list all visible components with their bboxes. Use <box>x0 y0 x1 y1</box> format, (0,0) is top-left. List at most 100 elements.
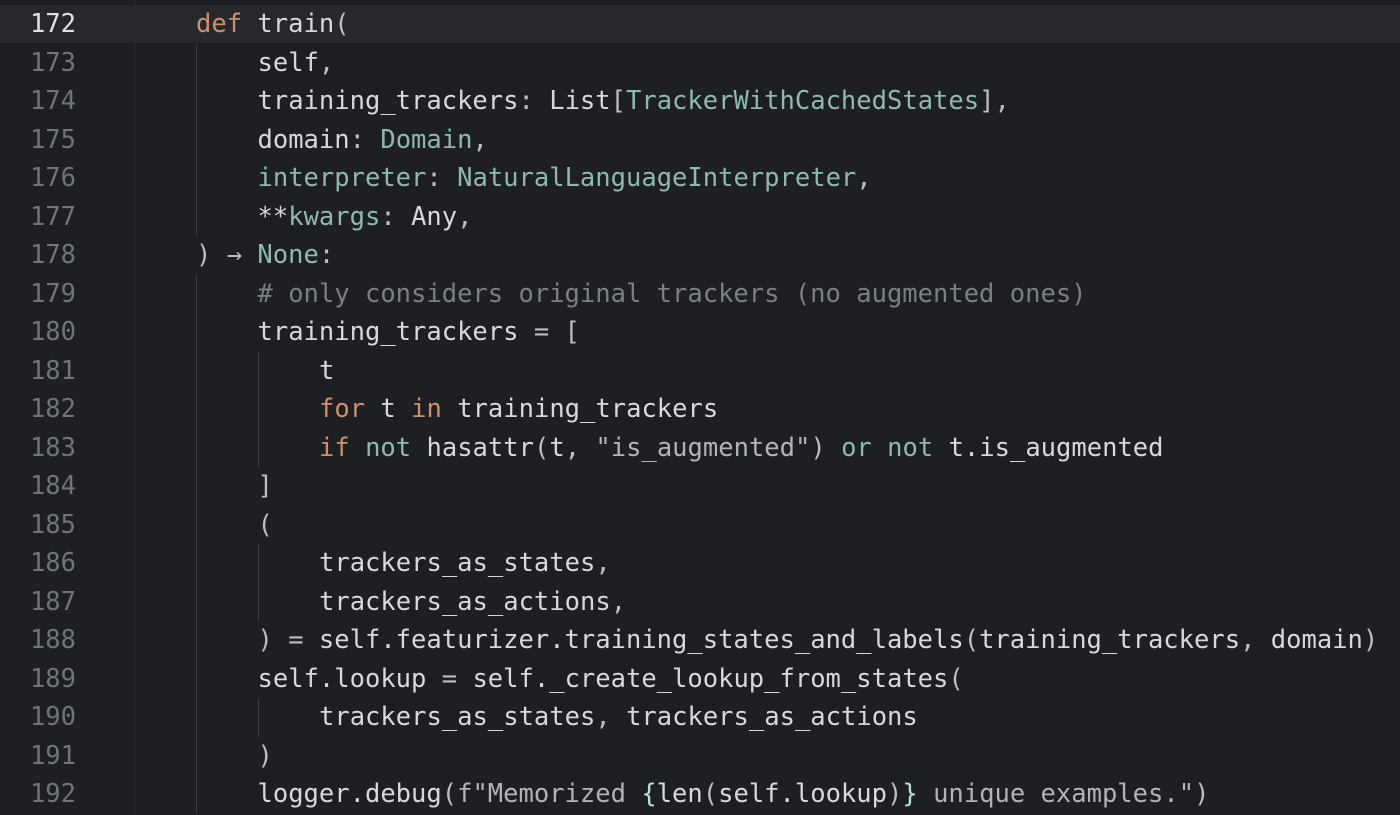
code-token: t <box>380 394 396 424</box>
line-number: 172 <box>29 9 76 39</box>
code-token: t.is_augmented <box>948 432 1164 463</box>
code-token: , <box>472 124 488 155</box>
code-line[interactable]: 186 trackers_as_states, <box>0 544 1400 582</box>
code-token: , <box>595 548 611 578</box>
line-number: 187 <box>29 586 76 617</box>
code-token: training_trackers <box>257 317 519 347</box>
code-text: t <box>319 352 334 390</box>
code-line[interactable]: 177 **kwargs: Any, <box>0 198 1400 236</box>
code-line[interactable]: 188 ) = self.featurizer.training_states_a… <box>0 621 1400 659</box>
code-line[interactable]: 173 self, <box>0 44 1400 82</box>
line-number: 183 <box>29 432 76 463</box>
code-token: if <box>319 432 350 463</box>
code-token: logger.debug <box>257 779 442 809</box>
code-line[interactable]: 187 trackers_as_actions, <box>0 583 1400 621</box>
code-token: or <box>841 432 872 463</box>
code-token: trackers_as_states <box>319 548 596 578</box>
code-token: : <box>518 86 550 116</box>
code-token: ( <box>948 663 964 694</box>
code-token: self.lookup <box>257 663 427 694</box>
code-text: trackers_as_states, <box>319 544 611 582</box>
code-token: training_trackers <box>257 86 519 116</box>
code-text: training_trackers = [ <box>258 313 580 351</box>
code-token: len <box>656 779 703 809</box>
line-number: 182 <box>29 394 76 424</box>
code-text: training_trackers: List[TrackerWithCache… <box>258 82 1010 120</box>
code-line[interactable]: 176 interpreter: NaturalLanguageInterpret… <box>0 159 1400 197</box>
code-token: } <box>902 779 918 809</box>
code-text: def train( <box>196 5 350 43</box>
code-token: self.lookup <box>718 779 887 809</box>
indent-guide <box>257 544 259 621</box>
line-number: 192 <box>29 779 76 809</box>
code-line[interactable]: 185 ( <box>0 506 1400 544</box>
line-number: 188 <box>29 625 76 655</box>
line-number: 190 <box>29 702 76 732</box>
code-line[interactable]: 180 training_trackers = [ <box>0 313 1400 351</box>
code-token: training_trackers <box>457 394 719 424</box>
indent-guide <box>196 43 197 236</box>
code-line[interactable]: 175 domain: Domain, <box>0 121 1400 159</box>
code-text: if not hasattr(t, "is_augmented") or not… <box>319 429 1164 467</box>
code-token: for <box>319 394 366 424</box>
code-text: **kwargs: Any, <box>258 198 473 236</box>
line-number: 184 <box>29 471 76 501</box>
code-token: trackers_as_actions <box>626 702 918 732</box>
code-token: ) = <box>257 625 319 655</box>
code-token: ] <box>257 471 273 501</box>
code-token: self._create_lookup_from_states <box>472 663 949 694</box>
code-token: ) <box>257 740 273 771</box>
code-token: List <box>549 86 611 116</box>
line-number: 185 <box>29 509 76 540</box>
code-line[interactable]: 179 # only considers original trackers (n… <box>0 275 1400 313</box>
code-text: ) = self.featurizer.training_states_and_… <box>258 621 1379 659</box>
code-text: logger.debug(f"Memorized {len(self.looku… <box>258 775 1210 813</box>
line-number: 180 <box>29 317 76 347</box>
code-token: : <box>349 124 381 155</box>
code-text: interpreter: NaturalLanguageInterpreter, <box>258 159 872 197</box>
code-token: = <box>426 663 473 694</box>
code-token: not <box>365 432 412 463</box>
code-token: self.featurizer.training_states_and_labe… <box>318 625 964 655</box>
code-token: ** <box>257 201 289 232</box>
code-line[interactable]: 174 training_trackers: List[TrackerWithCa… <box>0 82 1400 120</box>
code-line[interactable]: 192 logger.debug(f"Memorized {len(self.lo… <box>0 775 1400 813</box>
code-token: ) <box>1362 625 1379 655</box>
code-token: t <box>319 355 335 386</box>
code-text: for t in training_trackers <box>319 390 718 428</box>
code-text: # only considers original trackers (no a… <box>258 275 1087 313</box>
code-token: # only considers original trackers (no a… <box>257 278 1087 309</box>
code-line[interactable]: 191) <box>0 737 1400 775</box>
indent-guide <box>196 274 197 814</box>
code-token: ( <box>334 9 350 39</box>
code-text: trackers_as_actions, <box>319 583 626 621</box>
code-token: interpreter <box>257 163 427 193</box>
code-token: def <box>196 9 243 39</box>
code-line[interactable]: 182 for t in training_trackers <box>0 390 1400 428</box>
code-token: , <box>610 586 627 617</box>
code-line[interactable]: 181 t <box>0 352 1400 390</box>
code-token: ( <box>963 625 980 655</box>
code-editor[interactable]: 172 def train(173 self, 174 training_tracker… <box>0 0 1400 815</box>
code-token: kwargs <box>288 201 381 232</box>
code-text: ) <box>258 737 273 775</box>
code-line[interactable]: 172 def train( <box>0 5 1400 43</box>
code-token: train <box>257 9 335 39</box>
code-line[interactable]: 178) → None: <box>0 236 1400 274</box>
code-text: domain: Domain, <box>258 121 488 159</box>
indent-guide <box>257 351 259 467</box>
line-number: 179 <box>29 278 76 309</box>
code-line[interactable]: 190 trackers_as_states, trackers_as_actio… <box>0 698 1400 736</box>
line-number: 191 <box>29 740 76 771</box>
code-token: not <box>887 432 934 463</box>
code-token: = [ <box>518 317 580 347</box>
code-line[interactable]: 184] <box>0 467 1400 505</box>
code-line[interactable]: 183 if not hasattr(t, "is_augmented") or … <box>0 429 1400 467</box>
code-token: f"Memorized <box>457 779 642 809</box>
code-line[interactable]: 189 self.lookup = self._create_lookup_fro… <box>0 660 1400 698</box>
code-token: domain <box>1270 625 1363 655</box>
line-number: 175 <box>29 124 76 155</box>
